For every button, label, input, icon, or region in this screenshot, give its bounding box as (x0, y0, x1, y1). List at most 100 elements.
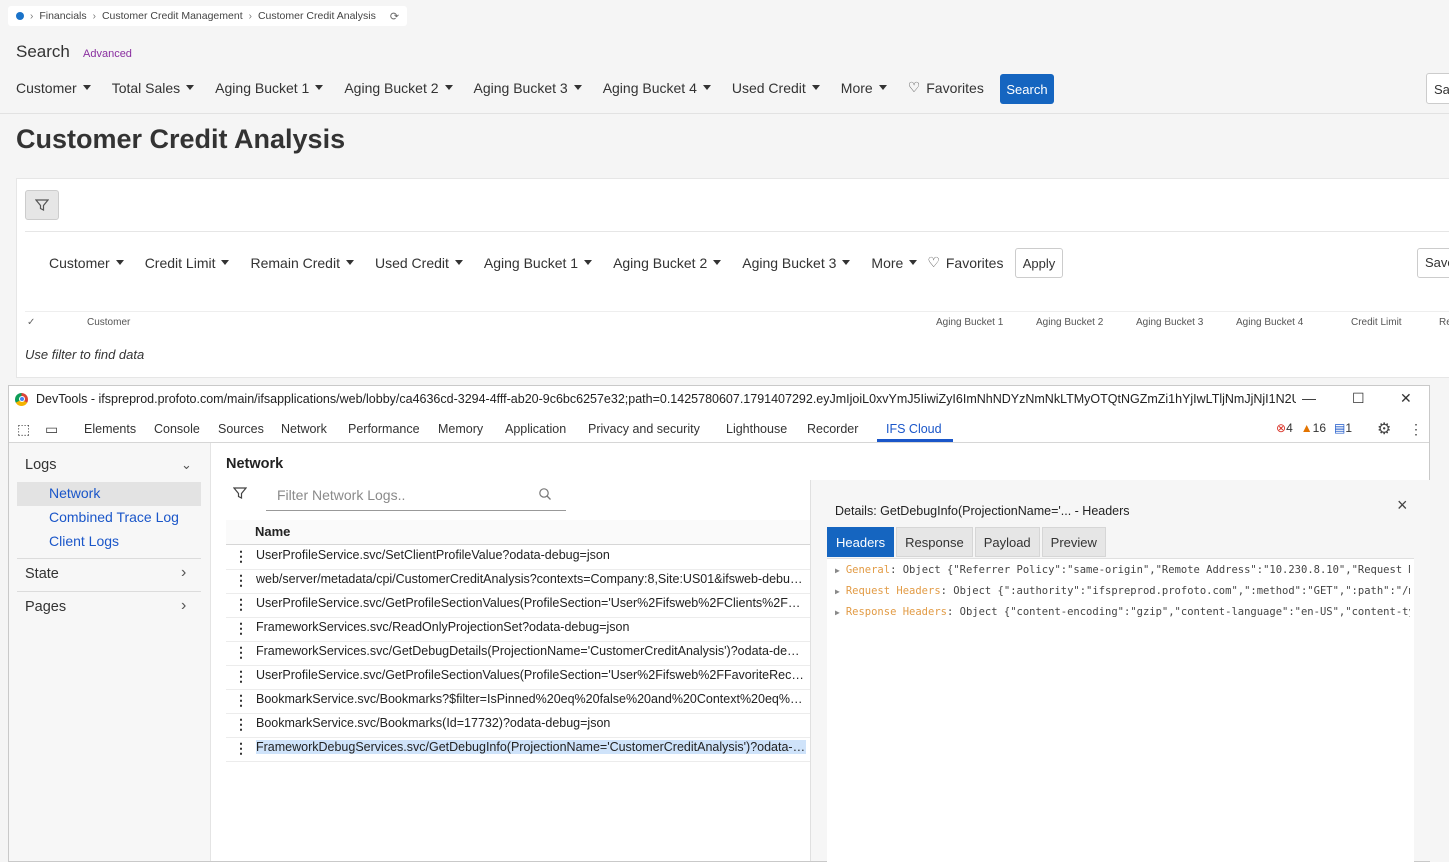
network-row[interactable]: ⋮ BookmarkService.svc/Bookmarks?$filter=I… (226, 689, 810, 714)
filter-toggle-button[interactable] (25, 190, 59, 220)
favorites-button[interactable]: ♡ Favorites (908, 79, 984, 96)
filter-aging-bucket-3[interactable]: Aging Bucket 3 (474, 80, 582, 96)
settings-gear-icon[interactable]: ⚙ (1377, 419, 1391, 439)
filter-aging-bucket-2[interactable]: Aging Bucket 2 (344, 80, 453, 96)
chevron-right-icon[interactable]: › (181, 564, 186, 582)
breadcrumb-item-financials[interactable]: Financials (39, 10, 86, 22)
tab-sources[interactable]: Sources (218, 422, 264, 436)
grid-filter-aging-bucket-1[interactable]: Aging Bucket 1 (484, 255, 593, 271)
tab-recorder[interactable]: Recorder (807, 422, 858, 436)
network-row[interactable]: ⋮ BookmarkService.svc/Bookmarks(Id=17732)… (226, 713, 810, 738)
close-icon[interactable]: ✕ (1400, 390, 1412, 407)
inspect-element-icon[interactable]: ⬚ (17, 421, 30, 438)
column-aging-bucket-1[interactable]: Aging Bucket 1 (936, 317, 1003, 328)
nav-item-network[interactable]: Network (49, 485, 100, 501)
apply-button[interactable]: Apply (1015, 248, 1063, 278)
issue-counters[interactable]: ⊗4 ▲16 ▤1 (1276, 421, 1352, 435)
grid-filter-aging-bucket-3[interactable]: Aging Bucket 3 (742, 255, 851, 271)
tab-application[interactable]: Application (505, 422, 566, 436)
maximize-icon[interactable]: ☐ (1352, 390, 1365, 407)
header-group-response[interactable]: ▶ Response Headers: Object {"content-enco… (835, 606, 1410, 618)
grid-filter-aging-bucket-2[interactable]: Aging Bucket 2 (613, 255, 722, 271)
caret-down-icon (573, 85, 582, 90)
network-row[interactable]: ⋮ web/server/metadata/cpi/CustomerCreditA… (226, 569, 810, 594)
tab-network[interactable]: Network (281, 422, 327, 436)
grid-filter-customer[interactable]: Customer (49, 255, 124, 271)
details-tab-response[interactable]: Response (896, 527, 973, 557)
details-tab-headers[interactable]: Headers (827, 527, 895, 557)
column-aging-bucket-4[interactable]: Aging Bucket 4 (1236, 317, 1303, 328)
tab-lighthouse[interactable]: Lighthouse (726, 422, 787, 436)
column-remain-credit[interactable]: Re (1439, 317, 1449, 328)
network-row[interactable]: ⋮ FrameworkServices.svc/GetDebugDetails(P… (226, 641, 810, 666)
device-toolbar-icon[interactable]: ▭ (45, 421, 58, 438)
column-aging-bucket-2[interactable]: Aging Bucket 2 (1036, 317, 1103, 328)
filter-customer[interactable]: Customer (16, 80, 91, 96)
row-menu-icon[interactable]: ⋮ (234, 572, 248, 589)
tab-performance[interactable]: Performance (348, 422, 420, 436)
network-filter-input[interactable]: Filter Network Logs.. (266, 480, 566, 511)
tab-privacy-security[interactable]: Privacy and security (588, 422, 700, 436)
select-all-check-icon[interactable]: ✓ (27, 317, 35, 328)
filter-more[interactable]: More (841, 80, 887, 96)
refresh-icon[interactable]: ⟳ (390, 10, 399, 23)
column-customer[interactable]: Customer (87, 317, 130, 328)
caret-down-icon (878, 85, 887, 90)
column-aging-bucket-3[interactable]: Aging Bucket 3 (1136, 317, 1203, 328)
filter-icon[interactable] (232, 486, 248, 505)
row-menu-icon[interactable]: ⋮ (234, 596, 248, 613)
tab-memory[interactable]: Memory (438, 422, 483, 436)
tab-ifs-cloud[interactable]: IFS Cloud (886, 422, 942, 436)
close-details-icon[interactable]: × (1397, 495, 1408, 516)
nav-section-logs[interactable]: Logs (25, 457, 56, 473)
home-icon[interactable] (16, 12, 24, 20)
filter-aging-bucket-4[interactable]: Aging Bucket 4 (603, 80, 711, 96)
row-menu-icon[interactable]: ⋮ (234, 548, 248, 565)
nav-section-state[interactable]: State (25, 566, 59, 582)
row-menu-icon[interactable]: ⋮ (234, 620, 248, 637)
tab-elements[interactable]: Elements (84, 422, 136, 436)
search-title: Search (16, 42, 70, 61)
row-menu-icon[interactable]: ⋮ (234, 668, 248, 685)
details-tab-preview[interactable]: Preview (1041, 527, 1106, 557)
filter-used-credit[interactable]: Used Credit (732, 80, 820, 96)
save-filter-button[interactable]: Save (1417, 248, 1449, 278)
column-name[interactable]: Name (255, 524, 290, 539)
network-row[interactable]: ⋮ UserProfileService.svc/SetClientProfile… (226, 545, 810, 570)
network-row[interactable]: ⋮ UserProfileService.svc/GetProfileSectio… (226, 593, 810, 618)
error-count: ⊗4 (1276, 421, 1293, 435)
header-group-request[interactable]: ▶ Request Headers: Object {":authority":"… (835, 585, 1410, 597)
network-row[interactable]: ⋮ FrameworkServices.svc/ReadOnlyProjectio… (226, 617, 810, 642)
column-credit-limit[interactable]: Credit Limit (1351, 317, 1402, 328)
network-row-selected[interactable]: ⋮ FrameworkDebugServices.svc/GetDebugInfo… (226, 737, 810, 762)
minimize-icon[interactable]: — (1302, 390, 1316, 406)
header-group-general[interactable]: ▶ General: Object {"Referrer Policy":"sam… (835, 564, 1410, 576)
more-options-icon[interactable]: ⋮ (1409, 421, 1423, 438)
save-search-button[interactable]: Sav (1426, 73, 1449, 104)
row-menu-icon[interactable]: ⋮ (234, 644, 248, 661)
chevron-down-icon[interactable]: ⌄ (181, 457, 192, 473)
row-menu-icon[interactable]: ⋮ (234, 740, 248, 757)
advanced-search-link[interactable]: Advanced (83, 48, 132, 60)
search-button[interactable]: Search (1000, 74, 1054, 104)
grid-filter-used-credit[interactable]: Used Credit (375, 255, 463, 271)
network-row[interactable]: ⋮ UserProfileService.svc/GetProfileSectio… (226, 665, 810, 690)
active-tab-indicator (877, 439, 953, 442)
grid-filter-credit-limit[interactable]: Credit Limit (145, 255, 230, 271)
grid-filter-more[interactable]: More (871, 255, 918, 271)
nav-section-pages[interactable]: Pages (25, 599, 66, 615)
chevron-right-icon: › (248, 10, 252, 22)
grid-filter-remain-credit[interactable]: Remain Credit (250, 255, 354, 271)
nav-item-client-logs[interactable]: Client Logs (49, 533, 119, 549)
filter-aging-bucket-1[interactable]: Aging Bucket 1 (215, 80, 324, 96)
expand-triangle-icon: ▶ (835, 566, 840, 575)
nav-item-combined-trace-log[interactable]: Combined Trace Log (49, 509, 179, 525)
chevron-right-icon[interactable]: › (181, 597, 186, 615)
details-tab-payload[interactable]: Payload (974, 527, 1040, 557)
filter-total-sales[interactable]: Total Sales (112, 80, 195, 96)
tab-console[interactable]: Console (154, 422, 200, 436)
grid-favorites-button[interactable]: ♡ Favorites (927, 254, 1003, 271)
row-menu-icon[interactable]: ⋮ (234, 716, 248, 733)
breadcrumb-item-credit-management[interactable]: Customer Credit Management (102, 10, 243, 22)
row-menu-icon[interactable]: ⋮ (234, 692, 248, 709)
